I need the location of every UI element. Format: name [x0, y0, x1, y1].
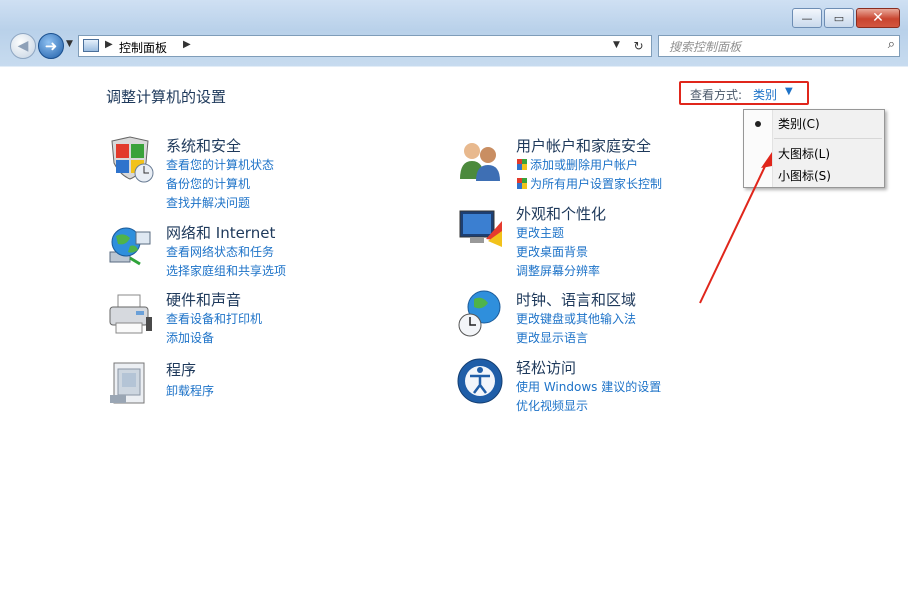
control-panel-window: — ▭ ✕ ◀ ➜ ▼ ▶ 控制面板 ▶ ▼ ↻ ⌕ 调整计算机的设置 查看方式…	[0, 0, 908, 599]
annotation-arrow	[699, 152, 772, 304]
